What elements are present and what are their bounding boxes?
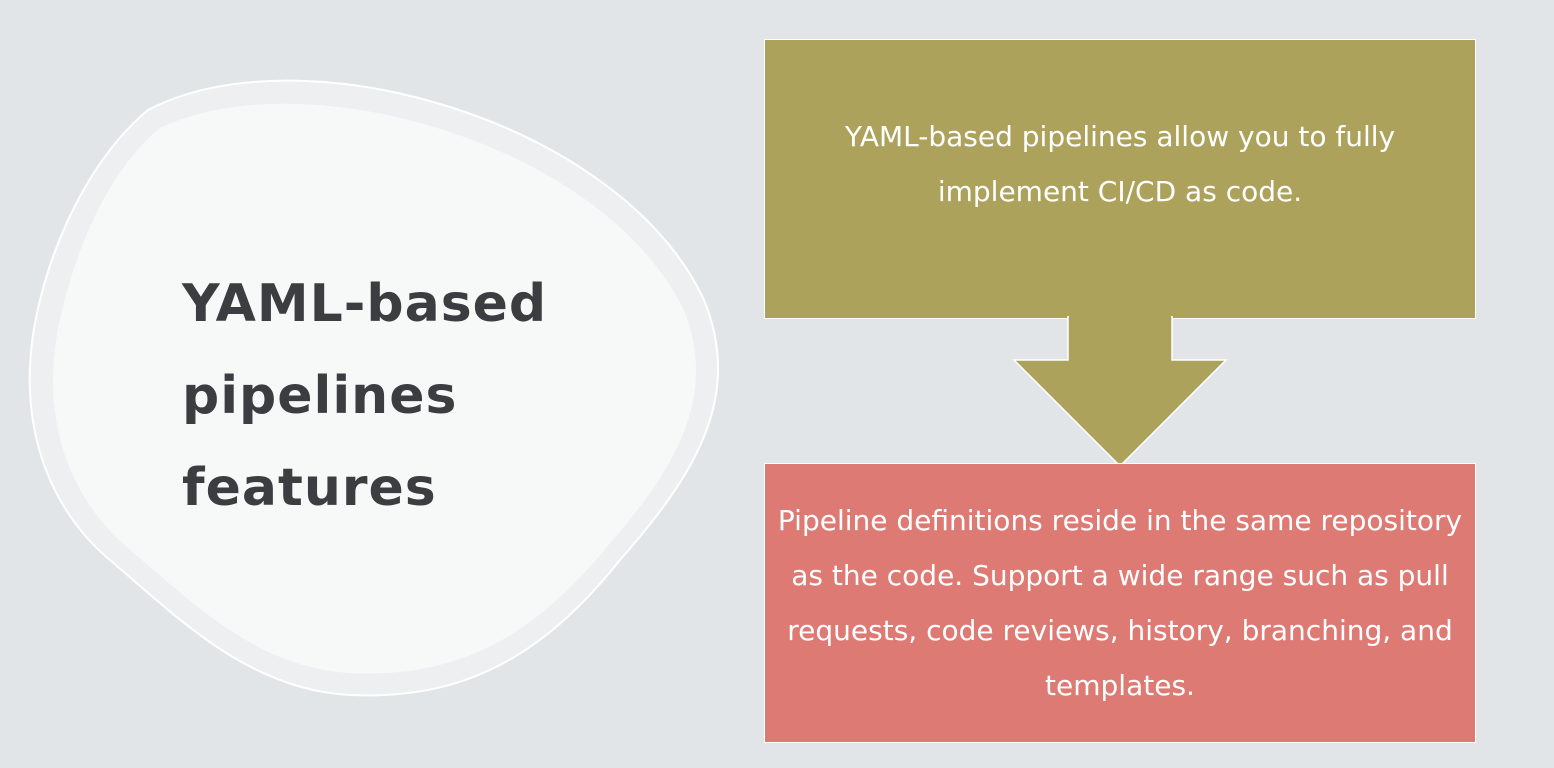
down-arrow-icon bbox=[1012, 316, 1228, 468]
title-line-2: pipelines bbox=[182, 366, 458, 426]
title-line-3: features bbox=[182, 458, 437, 518]
title-line-1: YAML-based bbox=[182, 274, 548, 334]
step-2-text: Pipeline definitions reside in the same … bbox=[777, 504, 1463, 702]
step-box-1: YAML-based pipelines allow you to fully … bbox=[764, 39, 1476, 319]
diagram-title: YAML-based pipelines features bbox=[182, 258, 622, 534]
step-1-text: YAML-based pipelines allow you to fully … bbox=[844, 120, 1396, 208]
step-box-2: Pipeline definitions reside in the same … bbox=[764, 463, 1476, 743]
arrow-shape bbox=[1012, 316, 1228, 468]
